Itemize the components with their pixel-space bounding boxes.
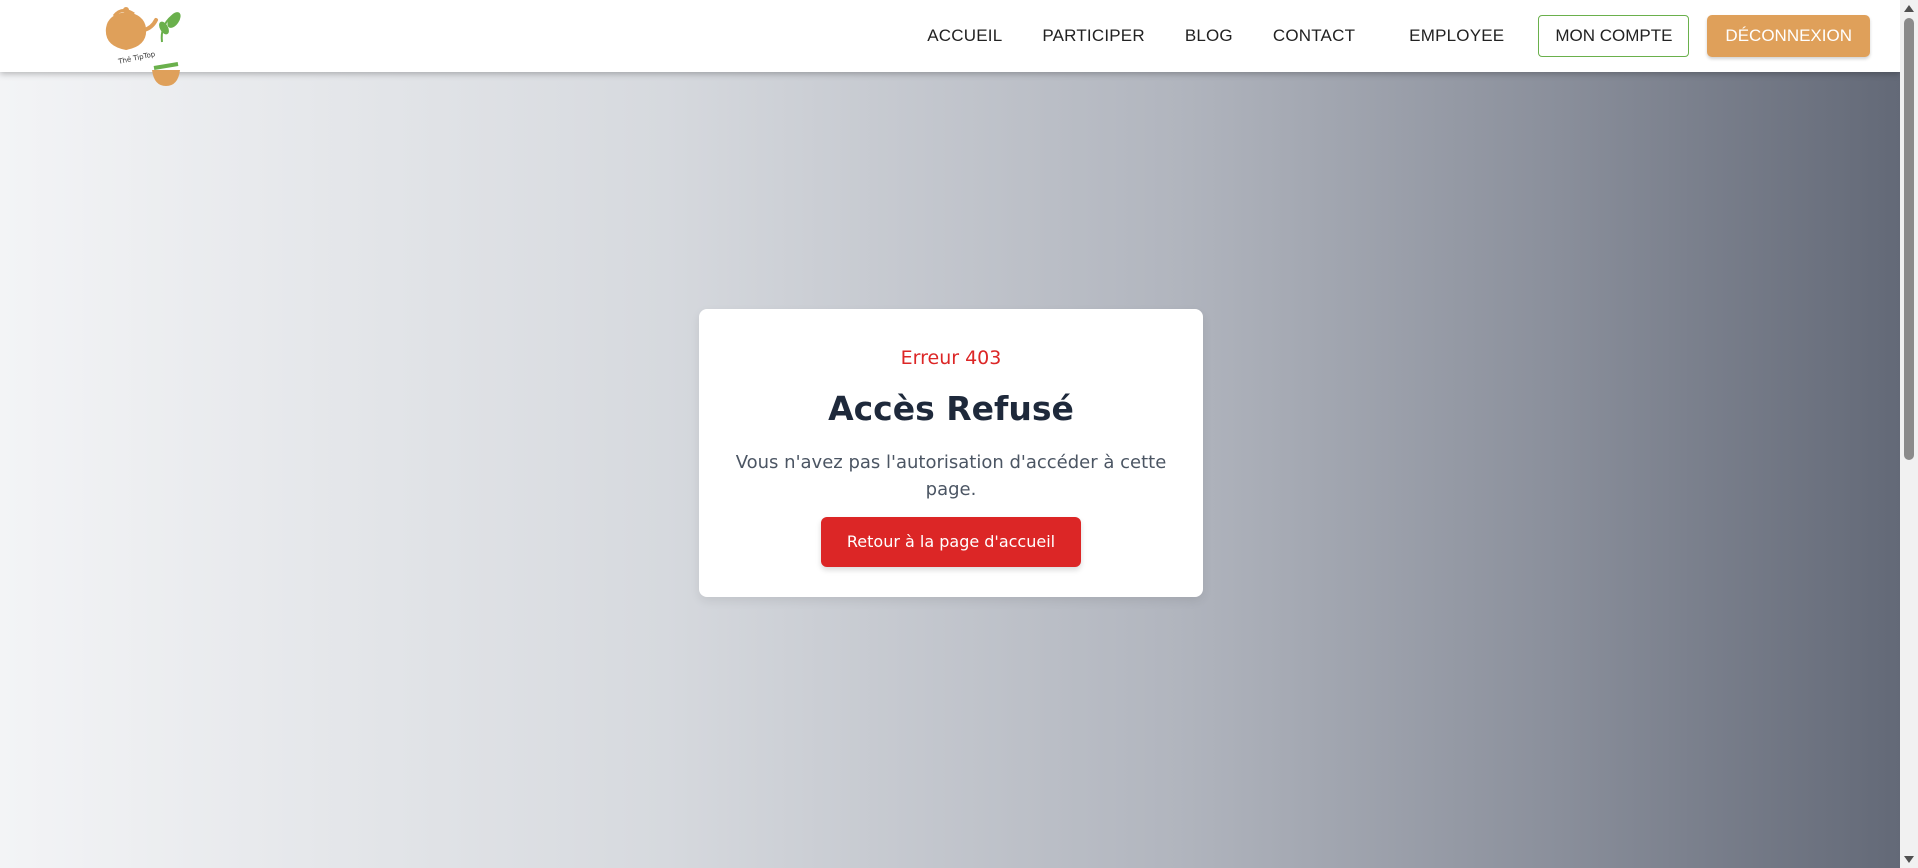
error-card: Erreur 403 Accès Refusé Vous n'avez pas … [699,309,1203,597]
error-title: Accès Refusé [828,389,1074,428]
my-account-button[interactable]: MON COMPTE [1538,15,1690,57]
nav-employee[interactable]: EMPLOYEE [1389,26,1524,46]
nav-accueil[interactable]: ACCUEIL [907,26,1022,46]
teapot-logo-icon [105,7,181,86]
error-code: Erreur 403 [900,347,1002,369]
scroll-down-arrow-icon[interactable] [1904,856,1914,863]
site-logo[interactable]: Thé TipTop [100,6,190,92]
nav-contact[interactable]: CONTACT [1253,26,1389,46]
scroll-up-arrow-icon[interactable] [1904,5,1914,12]
nav-blog[interactable]: BLOG [1165,26,1253,46]
back-home-button[interactable]: Retour à la page d'accueil [821,517,1081,567]
site-header: ACCUEIL PARTICIPER BLOG CONTACT EMPLOYEE… [0,0,1900,72]
scroll-thumb[interactable] [1904,18,1914,460]
logout-button[interactable]: DÉCONNEXION [1707,15,1870,57]
error-message: Vous n'avez pas l'autorisation d'accéder… [735,452,1167,500]
vertical-scrollbar[interactable] [1900,0,1918,868]
main-nav: ACCUEIL PARTICIPER BLOG CONTACT EMPLOYEE… [907,15,1870,57]
nav-participer[interactable]: PARTICIPER [1022,26,1164,46]
